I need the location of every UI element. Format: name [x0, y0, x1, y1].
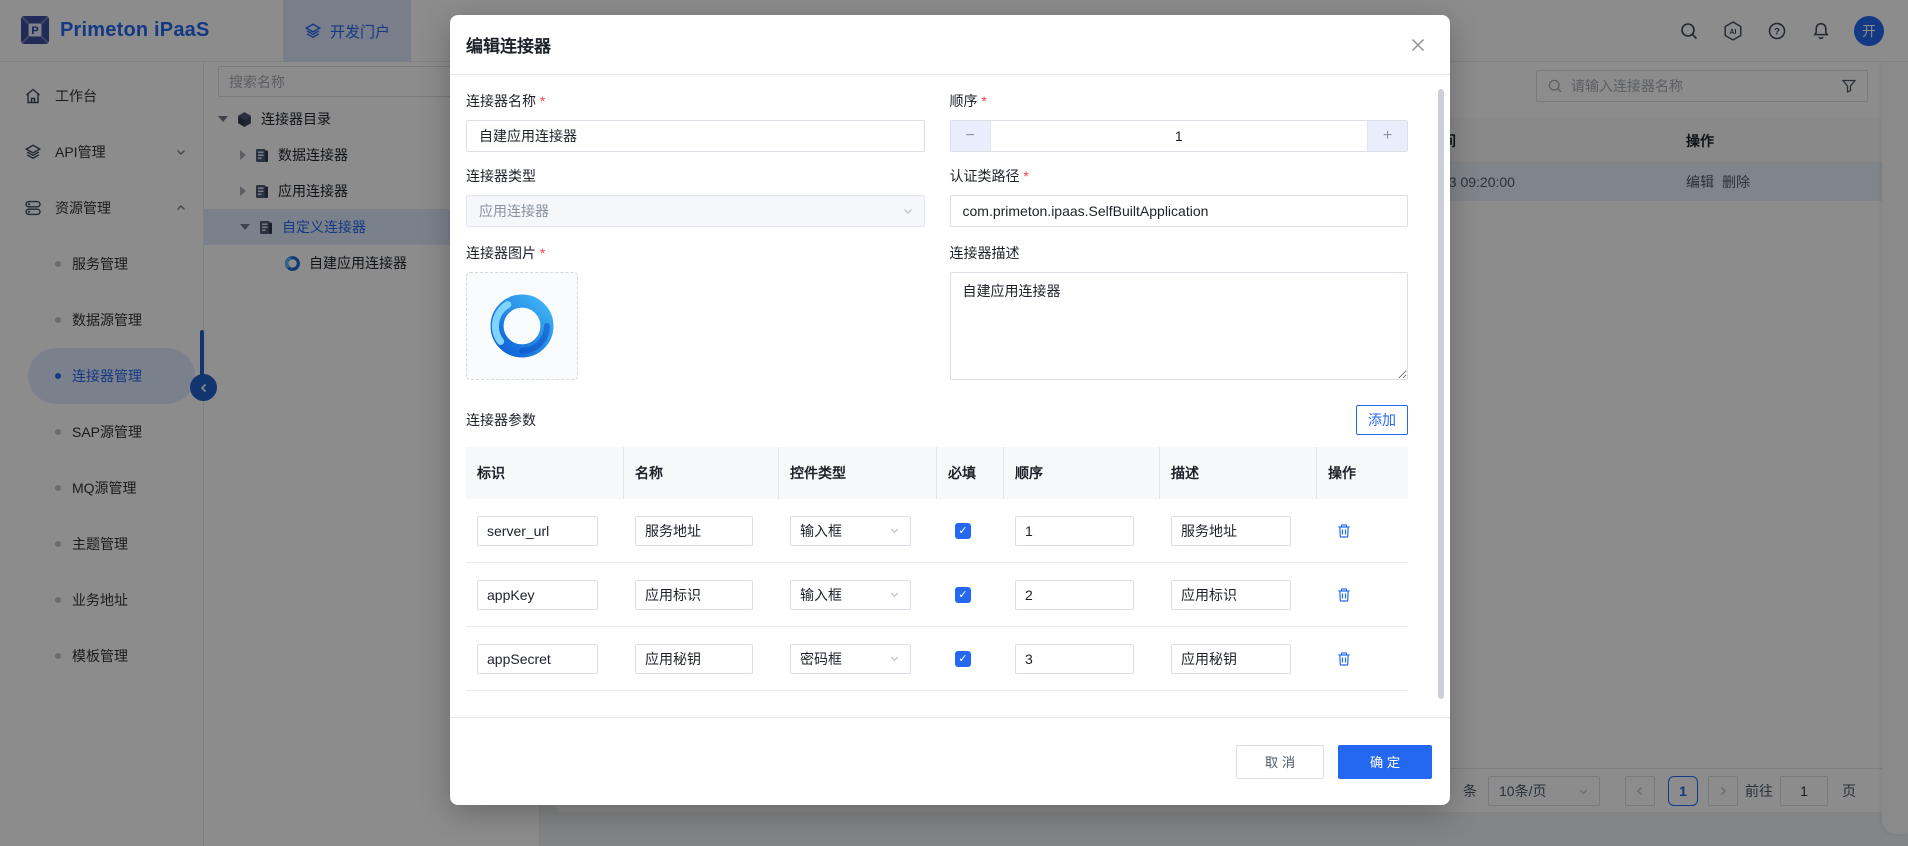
params-table-header: 标识 名称 控件类型 必填 顺序 描述 操作 [466, 447, 1408, 499]
col-key: 标识 [466, 447, 624, 499]
col-control-type: 控件类型 [779, 447, 937, 499]
param-row: 输入框 [466, 499, 1408, 563]
dialog-header: 编辑连接器 [450, 15, 1450, 75]
param-name-input[interactable] [635, 516, 753, 546]
chevron-down-icon [889, 653, 900, 664]
connector-ring-logo [484, 288, 560, 364]
field-label-order: 顺序 [950, 91, 1409, 111]
delete-param-icon[interactable] [1336, 587, 1352, 603]
param-key-input[interactable] [477, 516, 598, 546]
col-desc: 描述 [1160, 447, 1317, 499]
field-label-auth-class: 认证类路径 [950, 166, 1409, 186]
order-stepper [950, 120, 1409, 152]
param-row: 密码框 [466, 627, 1408, 691]
delete-param-icon[interactable] [1336, 523, 1352, 539]
param-key-input[interactable] [477, 644, 598, 674]
connector-desc-textarea[interactable]: 自建应用连接器 [950, 272, 1409, 380]
param-order-input[interactable] [1015, 580, 1134, 610]
field-label-connector-type: 连接器类型 [466, 166, 925, 186]
required-checkbox[interactable] [955, 523, 971, 539]
param-control-select[interactable]: 输入框 [790, 580, 911, 610]
cancel-button[interactable]: 取 消 [1236, 745, 1324, 779]
confirm-button[interactable]: 确 定 [1338, 745, 1432, 779]
params-section-title: 连接器参数 [466, 410, 536, 430]
chevron-down-icon [889, 525, 900, 536]
field-label-connector-image: 连接器图片 [466, 243, 925, 263]
param-desc-input[interactable] [1171, 516, 1291, 546]
param-desc-input[interactable] [1171, 580, 1291, 610]
dialog-body: 连接器名称 顺序 连接器类型 应用连接器 认证类路径 [450, 75, 1450, 717]
param-order-input[interactable] [1015, 644, 1134, 674]
param-row: 输入框 [466, 563, 1408, 627]
dialog-footer: 取 消 确 定 [450, 717, 1450, 805]
increase-button[interactable] [1367, 121, 1407, 151]
field-label-connector-name: 连接器名称 [466, 91, 925, 111]
chevron-down-icon [889, 589, 900, 600]
required-checkbox[interactable] [955, 587, 971, 603]
col-operation: 操作 [1317, 447, 1408, 499]
connector-type-select[interactable]: 应用连接器 [466, 195, 925, 227]
param-key-input[interactable] [477, 580, 598, 610]
param-control-select[interactable]: 密码框 [790, 644, 911, 674]
param-name-input[interactable] [635, 580, 753, 610]
param-control-select[interactable]: 输入框 [790, 516, 911, 546]
chevron-down-icon [902, 205, 914, 217]
col-order: 顺序 [1004, 447, 1160, 499]
close-icon[interactable] [1408, 35, 1428, 55]
col-name: 名称 [624, 447, 779, 499]
field-label-connector-desc: 连接器描述 [950, 243, 1409, 263]
decrease-button[interactable] [951, 121, 991, 151]
edit-connector-dialog: 编辑连接器 连接器名称 顺序 连接器类型 应用连接器 [450, 15, 1450, 805]
auth-class-input[interactable] [950, 195, 1409, 227]
delete-param-icon[interactable] [1336, 651, 1352, 667]
modal-scrollbar[interactable] [1438, 89, 1444, 699]
required-checkbox[interactable] [955, 651, 971, 667]
dialog-title: 编辑连接器 [466, 32, 551, 57]
col-required: 必填 [937, 447, 1004, 499]
param-desc-input[interactable] [1171, 644, 1291, 674]
connector-image-uploader[interactable] [466, 272, 578, 380]
param-name-input[interactable] [635, 644, 753, 674]
add-param-button[interactable]: 添加 [1356, 405, 1408, 435]
param-order-input[interactable] [1015, 516, 1134, 546]
order-input[interactable] [991, 121, 1368, 151]
connector-name-input[interactable] [466, 120, 925, 152]
params-table: 标识 名称 控件类型 必填 顺序 描述 操作 输入框 [466, 447, 1408, 691]
